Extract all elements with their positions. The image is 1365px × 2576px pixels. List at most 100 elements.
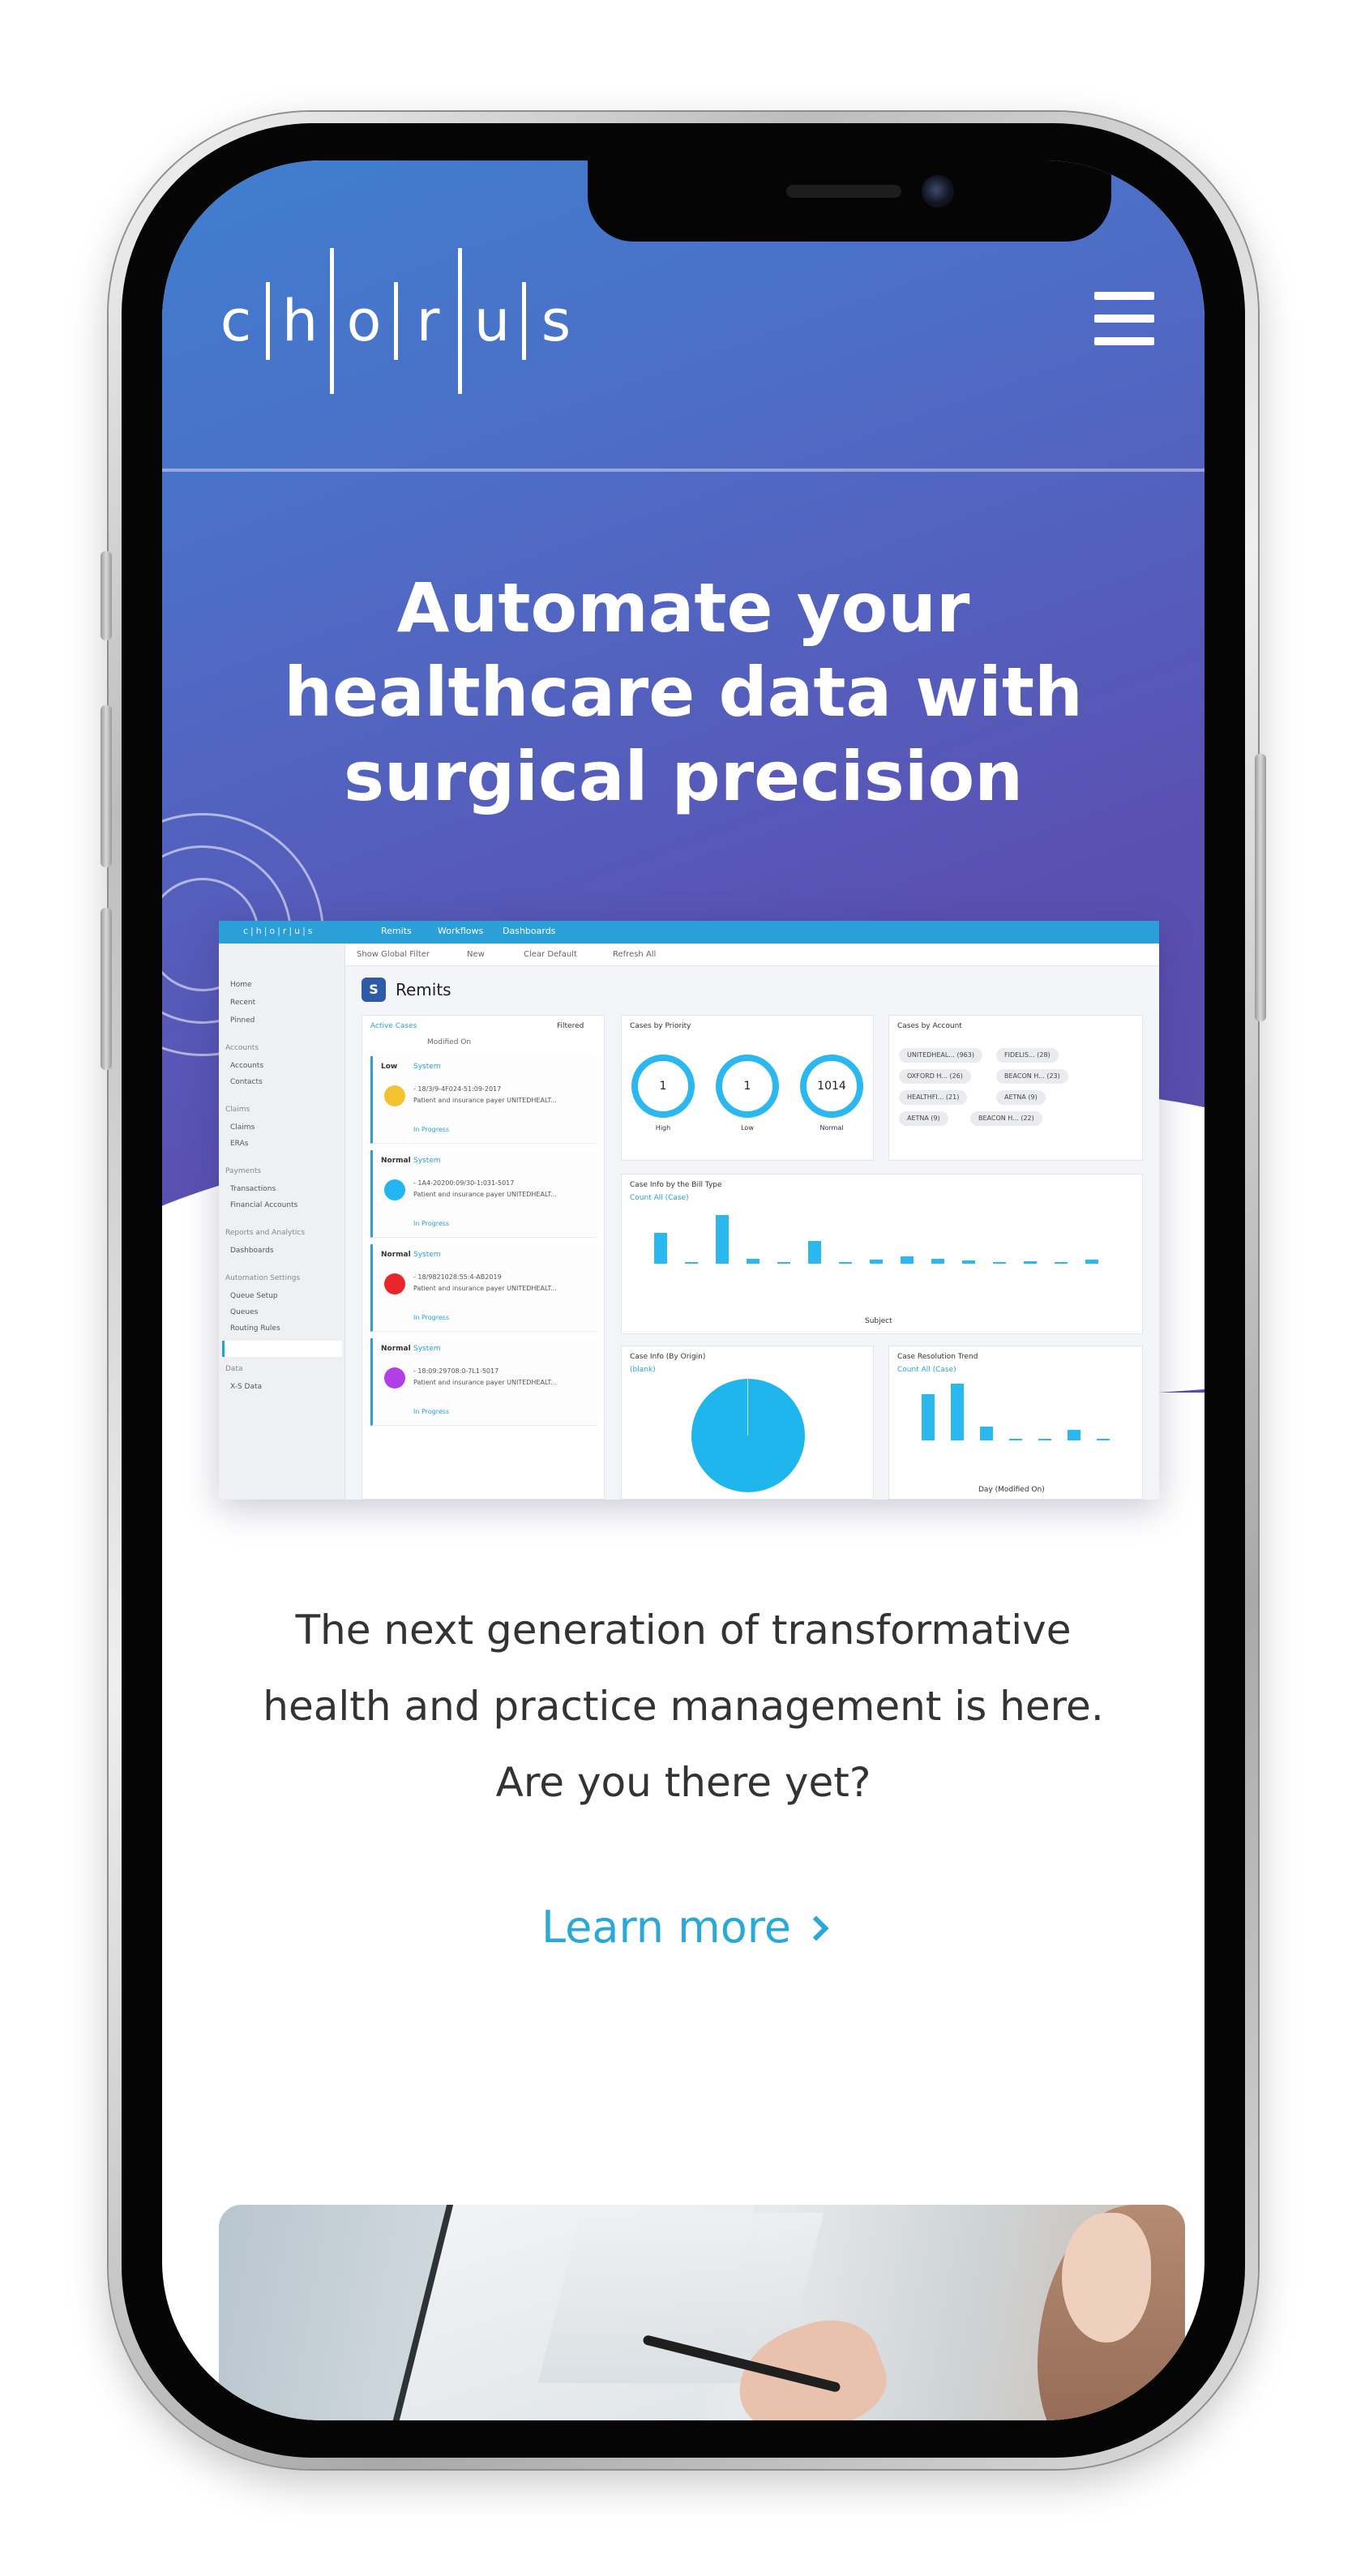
case-progress: In Progress — [413, 1314, 450, 1321]
case-card: Normal System - 18:09:29708:0-7L1-5017 P… — [370, 1338, 597, 1426]
sort-label: Modified On — [427, 1038, 472, 1046]
sidebar-item-dashboards: Dashboards — [230, 1247, 274, 1255]
pie-chart — [691, 1379, 805, 1492]
sidebar-item: Financial Accounts — [230, 1201, 298, 1209]
command-item: Show Global Filter — [357, 950, 430, 959]
donut-label: High — [655, 1124, 671, 1132]
sidebar-item: X-S Data — [230, 1383, 263, 1391]
chart-bar — [1055, 1262, 1068, 1264]
sidebar-item: Contacts — [230, 1078, 263, 1086]
logo-letter: r — [416, 288, 440, 354]
donut-chart: 1 — [716, 1055, 779, 1118]
case-priority: Normal — [381, 1345, 411, 1353]
account-chip: HEALTHFI... (21) — [899, 1090, 968, 1105]
phone-screen: c h o r u s Automate your healthcare dat… — [162, 160, 1205, 2420]
case-card: Normal System - 1A4-20200:09/30-1:031-50… — [370, 1150, 597, 1238]
chart-bar — [870, 1260, 883, 1264]
chart-bar — [1068, 1430, 1080, 1440]
case-progress: In Progress — [413, 1220, 450, 1227]
account-chip: UNITEDHEAL... (963) — [899, 1048, 982, 1063]
sidebar-item: Transactions — [230, 1185, 276, 1193]
chart-bar — [1009, 1439, 1022, 1440]
logo-letter: c — [220, 288, 252, 354]
panel-title: Cases by Priority — [630, 1022, 691, 1030]
case-line: Patient and insurance payer UNITEDHEALT.… — [413, 1379, 557, 1386]
dashboard-screenshot: c|h|o|r|u|s Remits Workflows Dashboards … — [219, 921, 1159, 1500]
app-title: Remits — [396, 980, 451, 999]
chart-bar — [839, 1262, 852, 1264]
chart-bar — [980, 1427, 993, 1440]
donut-chart: 1 — [631, 1055, 695, 1118]
case-source: System — [413, 1157, 441, 1165]
dashboard-sidebar: Home Recent Pinned Accounts Accounts Con… — [219, 944, 345, 1500]
dashboard-topbar: c|h|o|r|u|s Remits Workflows Dashboards — [219, 921, 1159, 944]
chart-bar — [716, 1215, 729, 1264]
command-item: New — [467, 950, 485, 959]
chart-bar — [808, 1241, 821, 1264]
sidebar-heading: Payments — [225, 1167, 262, 1175]
chart-x-label: Subject — [865, 1317, 892, 1325]
account-chip: OXFORD H... (26) — [899, 1069, 971, 1084]
chart-bar — [747, 1259, 760, 1264]
menu-line — [1094, 315, 1154, 323]
sidebar-heading: Claims — [225, 1106, 250, 1114]
logo-letter: u — [473, 288, 511, 354]
donut-chart: 1014 — [800, 1055, 863, 1118]
account-chip: BEACON H... (23) — [996, 1069, 1068, 1084]
menu-line — [1094, 292, 1154, 300]
sidebar-item: Pinned — [230, 1016, 255, 1025]
case-origin-panel: Case Info (By Origin) (blank) — [621, 1346, 874, 1500]
chart-bar — [901, 1256, 914, 1264]
case-card: Normal System - 18/9821028:55:4-AB2019 P… — [370, 1244, 597, 1332]
active-cases-panel: Active Cases Filtered Modified On Low Sy… — [362, 1015, 605, 1500]
case-priority: Normal — [381, 1157, 411, 1165]
menu-line — [1094, 337, 1154, 345]
dashboard-nav-item: Workflows — [438, 926, 484, 936]
sidebar-item: Queue Setup — [230, 1292, 278, 1300]
logo-divider — [458, 248, 462, 394]
hero-photo — [219, 2205, 1185, 2420]
chart-bar — [685, 1262, 698, 1264]
sidebar-item: Home — [230, 981, 252, 989]
learn-more-label: Learn more — [541, 1902, 791, 1953]
pie-slice-edge — [747, 1379, 748, 1436]
donut-label: Normal — [819, 1124, 844, 1132]
chart-bar — [1038, 1439, 1051, 1440]
panel-filter: Filtered — [557, 1022, 584, 1030]
case-line: Patient and insurance payer UNITEDHEALT.… — [413, 1191, 557, 1198]
front-camera-icon — [922, 175, 954, 208]
hamburger-menu-icon[interactable] — [1094, 292, 1154, 345]
chart-bar — [777, 1262, 790, 1264]
chart-bar — [922, 1394, 935, 1440]
chart-bar — [962, 1260, 975, 1264]
chorus-logo[interactable]: c h o r u s — [214, 248, 578, 394]
bill-type-chart-panel: Case Info by the Bill Type Count All (Ca… — [621, 1174, 1143, 1334]
dashboard-app-title: S Remits — [362, 978, 451, 1002]
chart-bar — [1097, 1439, 1110, 1440]
case-priority: Normal — [381, 1251, 411, 1259]
panel-title: Active Cases — [370, 1022, 417, 1030]
donut-label: Low — [741, 1124, 754, 1132]
panel-title: Case Info by the Bill Type — [630, 1181, 722, 1189]
learn-more-link[interactable]: Learn more — [486, 1902, 880, 1953]
sidebar-item: Accounts — [230, 1062, 264, 1070]
case-line: Patient and insurance payer UNITEDHEALT.… — [413, 1097, 557, 1104]
case-status-dot — [384, 1367, 405, 1389]
hero-title: Automate your healthcare data with surgi… — [284, 568, 1083, 816]
case-source: System — [413, 1251, 441, 1259]
chart-bar — [993, 1262, 1006, 1264]
chevron-right-icon — [803, 1915, 829, 1941]
logo-letter: o — [346, 288, 382, 354]
photo-face — [1062, 2213, 1151, 2343]
panel-title: Case Resolution Trend — [897, 1353, 978, 1361]
logo-divider — [522, 282, 526, 360]
dashboard-logo: c|h|o|r|u|s — [243, 926, 315, 936]
logo-letter: h — [281, 288, 319, 354]
chart-bar — [654, 1233, 667, 1264]
chart-legend: Count All (Case) — [897, 1366, 956, 1374]
sidebar-heading: Reports and Analytics — [225, 1229, 306, 1237]
cases-by-account-panel: Cases by Account UNITEDHEAL... (963) FID… — [888, 1015, 1143, 1161]
panel-title: Case Info (By Origin) — [630, 1353, 706, 1361]
sidebar-heading: Data — [225, 1365, 243, 1373]
tagline: The next generation of transformative he… — [263, 1607, 1104, 1806]
